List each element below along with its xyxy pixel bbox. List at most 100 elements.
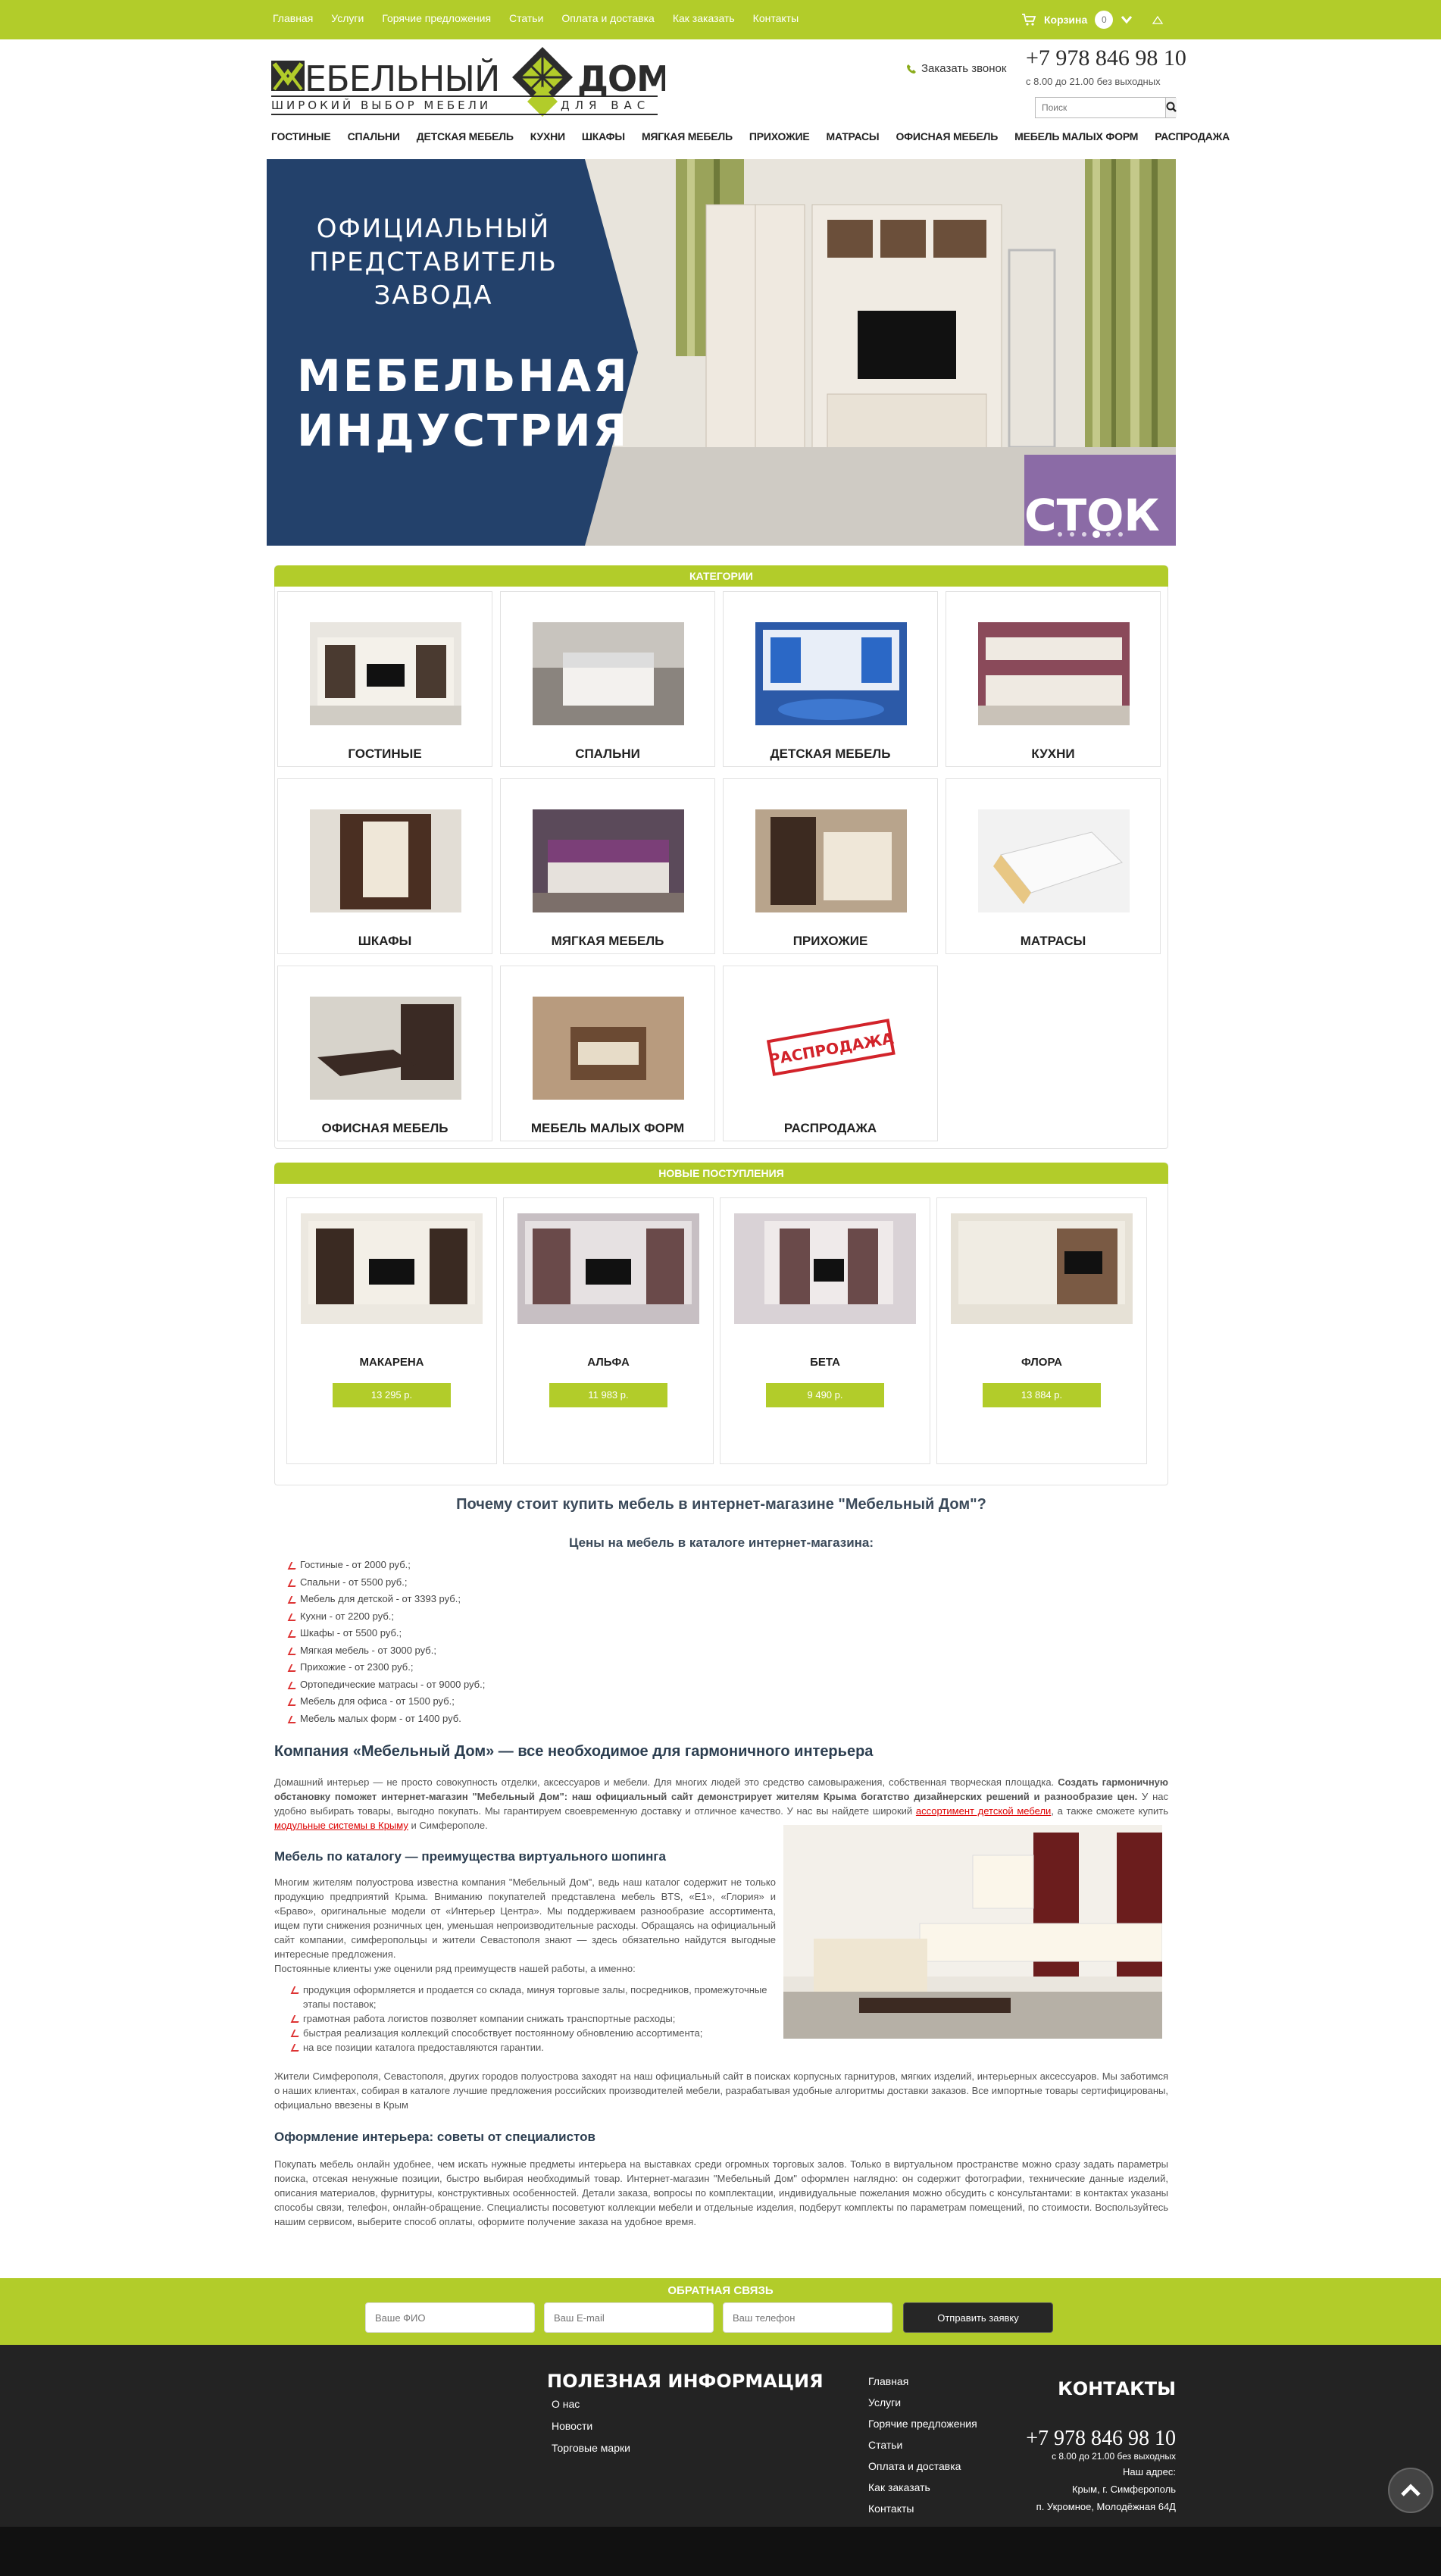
price-item: Шкафы - от 5500 руб.; — [289, 1625, 485, 1642]
product-card[interactable]: ФЛОРА 13 884 р. — [936, 1197, 1147, 1464]
article-image — [783, 1825, 1162, 2039]
slider-dot[interactable] — [1070, 532, 1074, 537]
category-card[interactable]: МАТРАСЫ — [946, 778, 1161, 954]
kids-furniture-link[interactable]: ассортимент детской мебели — [916, 1805, 1051, 1817]
chevron-down-icon[interactable] — [1121, 15, 1133, 24]
category-card[interactable]: КУХНИ — [946, 591, 1161, 767]
price-list: Гостиные - от 2000 руб.; Спальни - от 55… — [289, 1557, 485, 1727]
top-nav-articles[interactable]: Статьи — [509, 12, 543, 24]
callback-label: Заказать звонок — [921, 62, 1007, 75]
product-price[interactable]: 13 884 р. — [983, 1383, 1101, 1407]
slider-dot[interactable] — [1082, 532, 1086, 537]
nav-wardrobes[interactable]: ШКАФЫ — [582, 130, 625, 142]
product-card[interactable]: АЛЬФА 11 983 р. — [503, 1197, 714, 1464]
list-item: грамотная работа логистов позволяет комп… — [292, 2011, 777, 2026]
footer-nav-how-to-order[interactable]: Как заказать — [868, 2481, 930, 2493]
modular-systems-link[interactable]: модульные системы в Крыму — [274, 1820, 408, 1831]
footer-nav-articles[interactable]: Статьи — [868, 2439, 902, 2451]
article-paragraph: Покупать мебель онлайн удобнее, чем иска… — [274, 2158, 1168, 2227]
callback-link[interactable]: Заказать звонок — [906, 62, 1006, 75]
submit-button[interactable]: Отправить заявку — [903, 2302, 1053, 2333]
footer-link-news[interactable]: Новости — [552, 2420, 592, 2432]
list-item: на все позиции каталога предоставляются … — [292, 2040, 777, 2055]
category-card[interactable]: СПАЛЬНИ — [500, 591, 715, 767]
category-card[interactable]: МЯГКАЯ МЕБЕЛЬ — [500, 778, 715, 954]
product-name: БЕТА — [810, 1356, 840, 1369]
search-input[interactable] — [1036, 98, 1165, 117]
nav-mattresses[interactable]: МАТРАСЫ — [827, 130, 880, 142]
phone-field[interactable] — [723, 2302, 892, 2333]
price-item: Мебель для детской - от 3393 руб.; — [289, 1591, 485, 1608]
footer-nav-hot-offers[interactable]: Горячие предложения — [868, 2418, 977, 2430]
search-form — [1035, 97, 1177, 118]
email-field[interactable] — [544, 2302, 714, 2333]
name-field[interactable] — [365, 2302, 535, 2333]
nav-kitchens[interactable]: КУХНИ — [530, 130, 565, 142]
category-card[interactable]: ОФИСНАЯ МЕБЕЛЬ — [277, 966, 492, 1141]
footer-nav-payment[interactable]: Оплата и доставка — [868, 2460, 961, 2472]
feedback-section: ОБРАТНАЯ СВЯЗЬ Отправить заявку — [0, 2278, 1441, 2345]
cart-button[interactable]: Корзина 0 — [1021, 11, 1164, 29]
header-phone[interactable]: +7 978 846 98 10 — [1026, 45, 1186, 71]
nav-sale[interactable]: РАСПРОДАЖА — [1155, 130, 1230, 142]
product-price[interactable]: 11 983 р. — [549, 1383, 667, 1407]
article-paragraph: Домашний интерьер — не просто совокупнос… — [274, 1776, 1169, 1831]
product-price[interactable]: 9 490 р. — [766, 1383, 884, 1407]
nav-hallways[interactable]: ПРИХОЖИЕ — [749, 130, 810, 142]
category-card[interactable]: ДЕТСКАЯ МЕБЕЛЬ — [723, 591, 938, 767]
hero-banner[interactable]: СТОК ОФИЦИАЛЬНЫЙ ПРЕДСТАВИТЕЛЬ ЗАВОДА МЕ… — [267, 159, 1176, 546]
scroll-top-button[interactable] — [1388, 2468, 1433, 2513]
product-name: МАКАРЕНА — [359, 1356, 424, 1369]
footer-link-brands[interactable]: Торговые марки — [552, 2442, 630, 2454]
cart-icon — [1022, 14, 1036, 26]
top-nav-payment[interactable]: Оплата и доставка — [561, 12, 654, 24]
footer-address-street: п. Укромное, Молодёжная 64Д — [1036, 2501, 1176, 2512]
search-button[interactable] — [1165, 98, 1177, 117]
slider-dot[interactable] — [1118, 532, 1123, 537]
product-name: АЛЬФА — [587, 1356, 630, 1369]
category-image — [533, 997, 684, 1100]
top-nav-contacts[interactable]: Контакты — [753, 12, 799, 24]
footer-nav-services[interactable]: Услуги — [868, 2396, 901, 2409]
user-icon[interactable] — [1151, 14, 1164, 26]
slider-dot[interactable] — [1106, 532, 1111, 537]
footer-nav-contacts[interactable]: Контакты — [868, 2502, 914, 2515]
product-card[interactable]: БЕТА 9 490 р. — [720, 1197, 930, 1464]
category-card[interactable]: МЕБЕЛЬ МАЛЫХ ФОРМ — [500, 966, 715, 1141]
nav-kids[interactable]: ДЕТСКАЯ МЕБЕЛЬ — [417, 130, 514, 142]
product-image — [951, 1213, 1133, 1324]
sale-stamp-image: РАСПРОДАЖА — [766, 1019, 896, 1076]
category-card[interactable]: ГОСТИНЫЕ — [277, 591, 492, 767]
header-hours: с 8.00 до 21.00 без выходных — [1026, 76, 1161, 87]
nav-bedrooms[interactable]: СПАЛЬНИ — [348, 130, 400, 142]
nav-office[interactable]: ОФИСНАЯ МЕБЕЛЬ — [896, 130, 998, 142]
feedback-title: ОБРАТНАЯ СВЯЗЬ — [667, 2284, 774, 2297]
footer-phone[interactable]: +7 978 846 98 10 — [1009, 2427, 1176, 2451]
footer-nav-home[interactable]: Главная — [868, 2375, 908, 2387]
nav-small-forms[interactable]: МЕБЕЛЬ МАЛЫХ ФОРМ — [1014, 130, 1138, 142]
slider-dot[interactable] — [1058, 532, 1062, 537]
footer-info-title: ПОЛЕЗНАЯ ИНФОРМАЦИЯ — [547, 2371, 824, 2392]
categories-title: КАТЕГОРИИ — [274, 565, 1168, 587]
category-card[interactable]: ШКАФЫ — [277, 778, 492, 954]
product-price[interactable]: 13 295 р. — [333, 1383, 451, 1407]
nav-soft-furniture[interactable]: МЯГКАЯ МЕБЕЛЬ — [642, 130, 733, 142]
list-item: быстрая реализация коллекций способствуе… — [292, 2026, 777, 2040]
chevron-up-icon — [1401, 2484, 1421, 2496]
top-nav-home[interactable]: Главная — [273, 12, 313, 24]
top-nav-hot-offers[interactable]: Горячие предложения — [382, 12, 491, 24]
why-title: Почему стоит купить мебель в интернет-ма… — [456, 1496, 986, 1513]
category-card[interactable]: РАСПРОДАЖА РАСПРОДАЖА — [723, 966, 938, 1141]
svg-text:ЕБЕЛЬНЫЙ: ЕБЕЛЬНЫЙ — [305, 58, 499, 99]
article-subheading: Оформление интерьера: советы от специали… — [274, 2130, 595, 2144]
category-card[interactable]: ПРИХОЖИЕ — [723, 778, 938, 954]
category-label: ШКАФЫ — [358, 934, 412, 948]
banner-brand: МЕБЕЛЬНАЯ ИНДУСТРИЯ — [297, 350, 630, 456]
slider-dot[interactable] — [1094, 532, 1099, 537]
product-card[interactable]: МАКАРЕНА 13 295 р. — [286, 1197, 497, 1464]
site-logo[interactable]: ЕБЕЛЬНЫЙ ДОМ ШИРОКИЙ ВЫБОР МЕБЕЛИ ДЛЯ ВА… — [271, 44, 671, 120]
top-nav-services[interactable]: Услуги — [331, 12, 364, 24]
footer-link-about[interactable]: О нас — [552, 2398, 580, 2410]
top-nav-how-to-order[interactable]: Как заказать — [673, 12, 735, 24]
nav-living-rooms[interactable]: ГОСТИНЫЕ — [271, 130, 331, 142]
